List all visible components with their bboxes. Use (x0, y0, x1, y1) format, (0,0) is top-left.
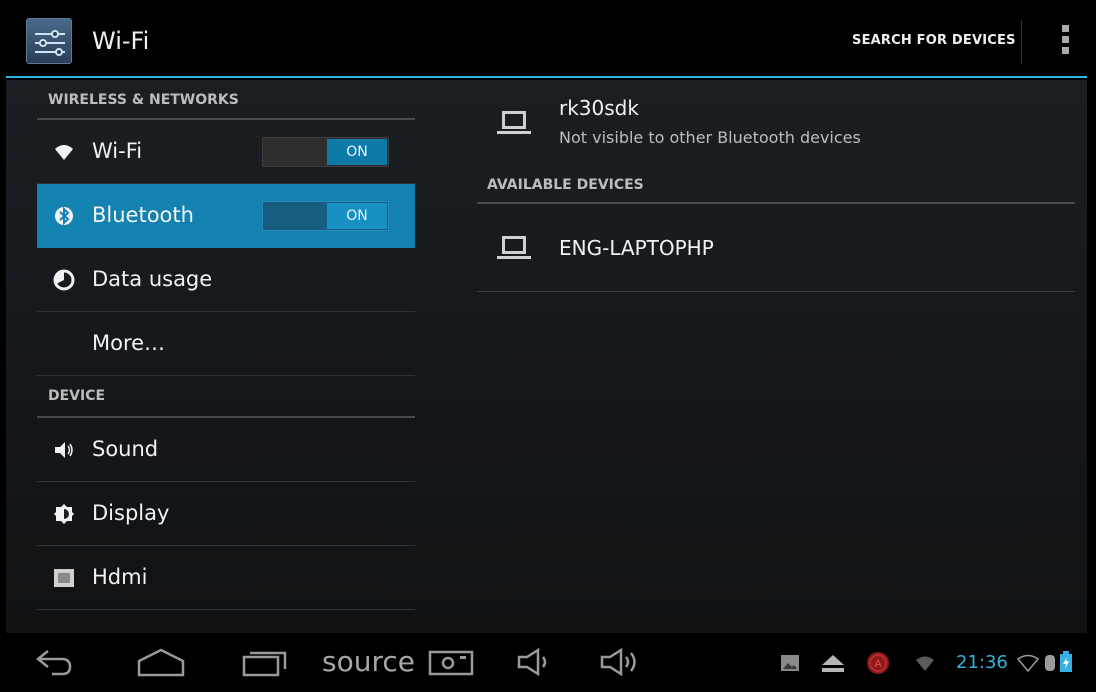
system-nav-bar: source A 21:36 (0, 633, 1096, 692)
this-device-row: rk30sdk Not visible to other Bluetooth d… (477, 80, 1075, 160)
available-device-name: ENG-LAPTOPHP (559, 236, 714, 260)
settings-item-label: Sound (92, 437, 159, 461)
bluetooth-devices-pane: rk30sdk Not visible to other Bluetooth d… (477, 80, 1075, 633)
toggle-state: ON (327, 203, 387, 229)
action-bar-divider (1021, 20, 1022, 64)
laptop-icon (497, 236, 531, 260)
section-header-wireless: WIRELESS & NETWORKS (37, 80, 415, 120)
section-header-available-devices: AVAILABLE DEVICES (477, 162, 1075, 204)
battery-icon (1059, 651, 1073, 677)
this-device-status: Not visible to other Bluetooth devices (559, 128, 861, 147)
notification-a-icon[interactable]: A (866, 651, 890, 679)
home-icon[interactable] (136, 647, 186, 681)
settings-item-display[interactable]: Display (37, 482, 415, 546)
overflow-menu-icon[interactable] (1058, 25, 1072, 59)
content-area: WIRELESS & NETWORKS Wi-Fi ON Bluetooth O… (6, 80, 1087, 633)
source-button[interactable]: source (322, 645, 415, 678)
svg-text:A: A (874, 658, 882, 670)
clock: 21:36 (956, 652, 1008, 673)
settings-item-label: Bluetooth (92, 203, 194, 227)
settings-item-more[interactable]: More… (37, 312, 415, 376)
sound-icon (52, 438, 76, 462)
this-device-name: rk30sdk (559, 96, 639, 120)
wifi-icon (52, 140, 76, 164)
display-icon (52, 502, 76, 526)
settings-list: WIRELESS & NETWORKS Wi-Fi ON Bluetooth O… (37, 80, 415, 633)
eject-icon[interactable] (820, 653, 846, 677)
action-bar: Wi-Fi SEARCH FOR DEVICES (6, 8, 1087, 78)
search-for-devices-button[interactable]: SEARCH FOR DEVICES (852, 33, 1016, 48)
volume-down-icon[interactable] (516, 647, 556, 681)
toggle-state: ON (327, 139, 387, 165)
screenshot-icon[interactable] (428, 647, 474, 681)
bluetooth-icon (52, 204, 76, 228)
page-title: Wi-Fi (92, 27, 150, 55)
bluetooth-status-icon (1044, 653, 1056, 677)
settings-item-bluetooth[interactable]: Bluetooth ON (37, 184, 415, 248)
wifi-toggle[interactable]: ON (262, 137, 389, 167)
settings-item-data-usage[interactable]: Data usage (37, 248, 415, 312)
settings-item-label: Display (92, 501, 170, 525)
hdmi-icon (52, 566, 76, 590)
settings-item-label: Wi-Fi (92, 139, 143, 163)
data-usage-icon (52, 268, 76, 292)
settings-sliders-icon[interactable] (26, 18, 72, 64)
bluetooth-toggle[interactable]: ON (262, 201, 389, 231)
settings-item-sound[interactable]: Sound (37, 418, 415, 482)
settings-item-label: Hdmi (92, 565, 148, 589)
settings-item-label: More… (92, 331, 166, 355)
section-header-label: WIRELESS & NETWORKS (48, 92, 239, 108)
settings-item-hdmi[interactable]: Hdmi (37, 546, 415, 610)
back-icon[interactable] (34, 647, 74, 681)
recent-apps-icon[interactable] (241, 647, 291, 681)
gallery-icon[interactable] (780, 653, 800, 677)
signal-icon (1016, 653, 1040, 677)
section-header-label: DEVICE (48, 388, 106, 404)
section-header-device: DEVICE (37, 376, 415, 418)
available-device-item[interactable]: ENG-LAPTOPHP (477, 206, 1075, 292)
volume-up-icon[interactable] (599, 647, 645, 681)
settings-item-label: Data usage (92, 267, 213, 291)
section-header-label: AVAILABLE DEVICES (487, 177, 644, 193)
settings-item-wifi[interactable]: Wi-Fi ON (37, 120, 415, 184)
wifi-status-icon (914, 653, 936, 677)
laptop-icon (497, 111, 531, 135)
